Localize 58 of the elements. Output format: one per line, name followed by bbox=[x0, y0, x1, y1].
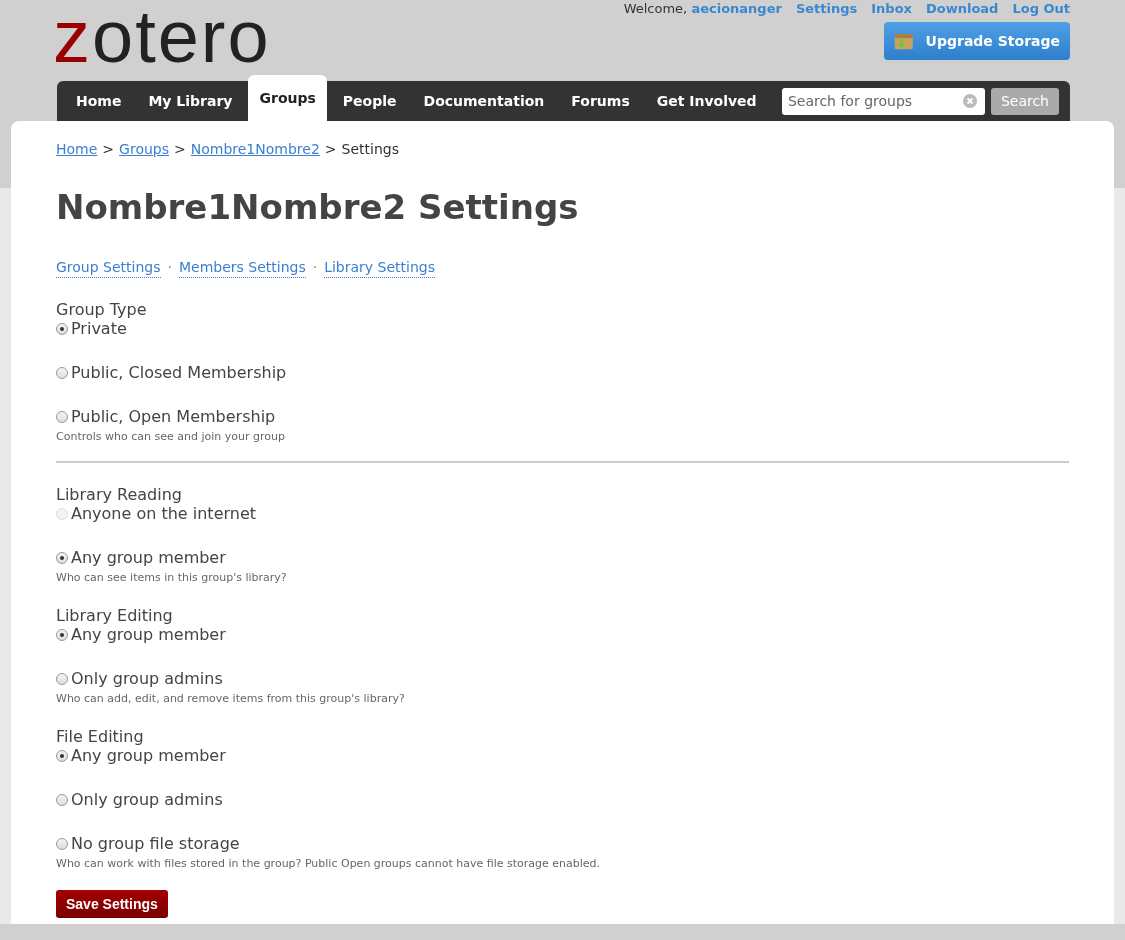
help-text: Who can add, edit, and remove items from this group's library? bbox=[56, 692, 406, 705]
nav-tab[interactable]: Get Involved bbox=[645, 81, 768, 121]
breadcrumb-link[interactable]: Home bbox=[56, 141, 98, 157]
breadcrumb-separator: > bbox=[174, 141, 186, 157]
radio-button[interactable] bbox=[56, 837, 68, 850]
save-settings-button[interactable]: Save Settings bbox=[56, 890, 168, 918]
nav-tab[interactable]: Groups bbox=[248, 75, 327, 121]
radio-button[interactable] bbox=[56, 322, 68, 335]
search-button[interactable]: Search bbox=[990, 87, 1059, 115]
clear-icon[interactable] bbox=[962, 93, 977, 108]
upgrade-storage-button[interactable]: Upgrade Storage bbox=[884, 22, 1070, 60]
help-text: Who can work with files stored in the group? Public Open groups cannot have file storage enabled. bbox=[56, 857, 602, 870]
nav-tab[interactable]: People bbox=[331, 81, 408, 121]
option-label: Only group admins bbox=[71, 790, 223, 809]
nav-tab[interactable]: Documentation bbox=[412, 81, 556, 121]
radio-button[interactable] bbox=[56, 672, 68, 685]
breadcrumb-current: Settings bbox=[341, 141, 399, 157]
search-field[interactable]: Search for groups bbox=[781, 87, 985, 115]
breadcrumb-link[interactable]: Nombre1Nombre2 bbox=[190, 141, 320, 157]
section-label: Library Reading bbox=[56, 485, 183, 504]
welcome-text: Welcome, aecionanger bbox=[623, 1, 782, 16]
separator-dot: · bbox=[312, 259, 318, 277]
account-link[interactable]: Settings bbox=[795, 1, 858, 16]
option-label: Public, Open Membership bbox=[71, 407, 276, 426]
option-label: Private bbox=[71, 319, 127, 338]
account-link[interactable]: Download bbox=[925, 1, 999, 16]
settings-link[interactable]: Members Settings bbox=[178, 259, 306, 278]
help-text: Who can see items in this group's library? bbox=[56, 571, 288, 584]
section-label: Library Editing bbox=[56, 606, 174, 625]
breadcrumb-separator: > bbox=[324, 141, 337, 157]
zotero-logo[interactable]: zotero bbox=[53, 0, 271, 74]
nav-tab[interactable]: Forums bbox=[560, 81, 641, 121]
section-label: File Editing bbox=[56, 727, 145, 746]
help-text: Controls who can see and join your group bbox=[56, 430, 286, 443]
account-link[interactable]: Log Out bbox=[1012, 1, 1070, 16]
radio-button[interactable] bbox=[56, 410, 68, 423]
radio-button[interactable] bbox=[56, 366, 68, 379]
option-label: Any group member bbox=[71, 625, 226, 644]
nav-tab[interactable]: Home bbox=[65, 81, 133, 121]
separator-dot: · bbox=[167, 259, 172, 277]
radio-button[interactable] bbox=[56, 793, 68, 806]
option-label: Any group member bbox=[71, 548, 226, 567]
option-label: No group file storage bbox=[71, 834, 240, 853]
account-link[interactable]: Inbox bbox=[871, 1, 912, 16]
settings-link[interactable]: Group Settings bbox=[56, 259, 161, 278]
option-label: Anyone on the internet bbox=[71, 504, 257, 523]
nav-tab[interactable]: My Library bbox=[137, 81, 244, 121]
page-title: Nombre1Nombre2 Settings bbox=[56, 187, 580, 227]
section-label: Group Type bbox=[56, 300, 148, 319]
option-label: Only group admins bbox=[71, 669, 223, 688]
radio-button[interactable] bbox=[56, 551, 68, 564]
option-label: Public, Closed Membership bbox=[71, 363, 287, 382]
breadcrumb-separator: > bbox=[102, 141, 115, 157]
radio-button[interactable] bbox=[56, 628, 68, 641]
settings-link[interactable]: Library Settings bbox=[324, 259, 435, 278]
option-label: Any group member bbox=[71, 746, 226, 765]
radio-button[interactable] bbox=[56, 749, 68, 762]
breadcrumb-link[interactable]: Groups bbox=[119, 141, 169, 157]
